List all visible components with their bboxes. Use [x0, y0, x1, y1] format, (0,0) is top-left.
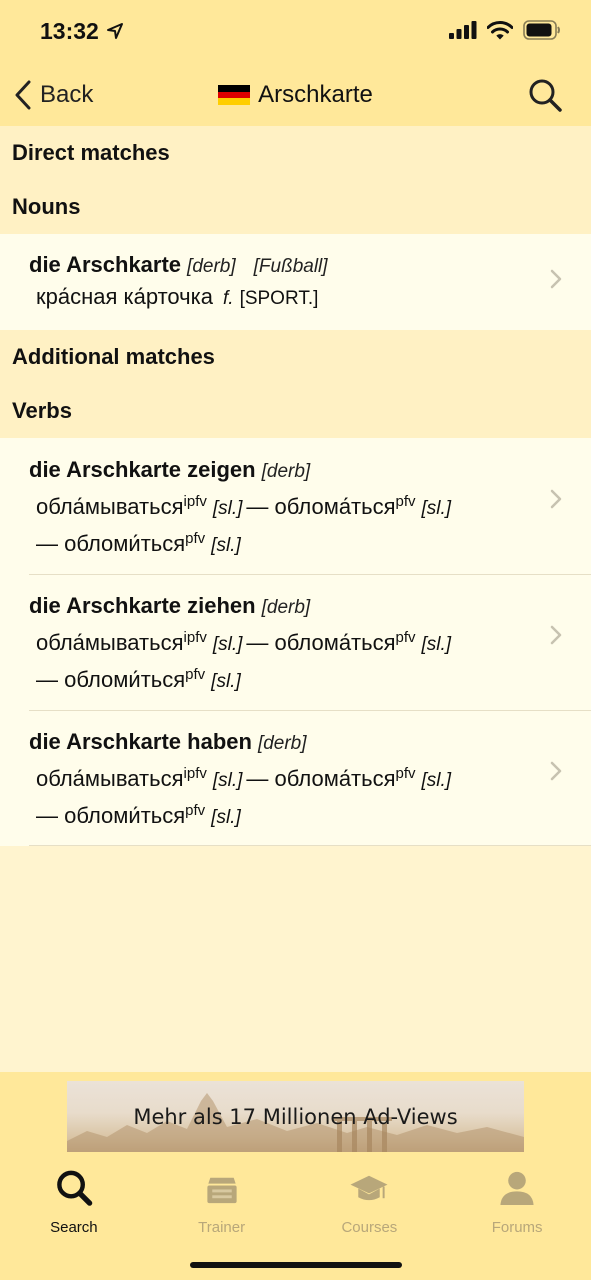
translation-text: кра́сная ка́рточка — [36, 284, 213, 309]
card-box-icon — [207, 1177, 237, 1204]
aspect-tag: pfv — [395, 493, 416, 510]
tab-bar: Search Trainer Courses Forums — [0, 1160, 591, 1236]
search-icon — [57, 1170, 93, 1206]
entry-head: die Arschkarte ziehen [derb] — [29, 591, 531, 623]
result-row-verb[interactable]: die Arschkarte zeigen [derb] обла́мыватьс… — [0, 438, 591, 574]
translation-text: — обломи́ться — [36, 667, 186, 692]
register-tag: [sl.] — [421, 634, 452, 655]
translation-text: обла́мываться — [36, 766, 184, 791]
entry-translation: обла́мыватьсяipfv [sl.] — облома́тьсяpfv [s… — [29, 759, 531, 796]
register-tag: [sl.] — [212, 770, 243, 791]
navigation-bar: Back Arschkarte — [0, 64, 591, 126]
status-bar: 13:32 — [0, 0, 591, 64]
section-header-additional-matches: Additional matches — [0, 330, 591, 384]
register-tag: [sl.] — [211, 535, 241, 556]
aspect-tag: pfv — [185, 666, 206, 683]
translation-text: обла́мываться — [36, 494, 184, 519]
person-icon — [500, 1171, 534, 1206]
register-tag: [sl.] — [421, 770, 452, 791]
result-row-verb[interactable]: die Arschkarte ziehen [derb] обла́мыватьс… — [0, 574, 591, 710]
register-tag: [sl.] — [211, 671, 241, 692]
translation-text: — облома́ться — [246, 494, 396, 519]
aspect-tag: ipfv — [183, 493, 207, 510]
location-arrow-icon — [107, 23, 123, 39]
wifi-icon — [487, 20, 513, 39]
translation-text: — облома́ться — [246, 630, 396, 655]
tab-courses[interactable]: Courses — [296, 1160, 444, 1236]
tab-forums[interactable]: Forums — [443, 1160, 591, 1236]
chevron-right-icon — [550, 489, 562, 509]
section-header-direct-matches: Direct matches — [0, 126, 591, 180]
translation-text: — облома́ться — [246, 766, 396, 791]
entry-head: die Arschkarte zeigen [derb] — [29, 455, 531, 487]
register-tag: [sl.] — [421, 498, 452, 519]
gender-tag: f. — [223, 288, 234, 309]
tab-label: Trainer — [198, 1219, 246, 1236]
status-time: 13:32 — [40, 18, 99, 44]
search-button[interactable] — [527, 77, 563, 113]
page-title-text: Arschkarte — [258, 81, 373, 108]
results-list: Direct matches Nouns die Arschkarte [derb… — [0, 126, 591, 846]
register-tag: [sl.] — [212, 498, 243, 519]
register-tag: [sl.] — [212, 634, 243, 655]
german-flag-icon — [218, 85, 251, 106]
home-indicator — [190, 1262, 402, 1268]
register-tag: [derb] — [261, 461, 311, 482]
entry-head: die Arschkarte haben [derb] — [29, 727, 531, 759]
entry-translation-continued: — обломи́тьсяpfv [sl.] — [29, 660, 531, 697]
section-header-nouns: Nouns — [0, 180, 591, 234]
chevron-right-icon — [550, 625, 562, 645]
entry-term: die Arschkarte zeigen — [29, 457, 256, 482]
chevron-right-icon — [550, 269, 562, 289]
aspect-tag: ipfv — [183, 765, 207, 782]
tab-trainer[interactable]: Trainer — [148, 1160, 296, 1236]
entry-translation-continued: — обломи́тьсяpfv [sl.] — [29, 524, 531, 561]
result-row-verb[interactable]: die Arschkarte haben [derb] обла́мываться… — [0, 710, 591, 846]
translation-text: — обломи́ться — [36, 531, 186, 556]
aspect-tag: ipfv — [183, 629, 207, 646]
graduation-cap-icon — [350, 1175, 388, 1201]
section-header-verbs: Verbs — [0, 384, 591, 438]
entry-translation: обла́мыватьсяipfv [sl.] — облома́тьсяpfv [s… — [29, 623, 531, 660]
verbs-group: die Arschkarte zeigen [derb] обла́мыватьс… — [0, 438, 591, 846]
ad-text: Mehr als 17 Millionen Ad-Views — [133, 1104, 458, 1129]
result-row-noun[interactable]: die Arschkarte [derb] [Fußball] кра́сная к… — [0, 234, 591, 330]
register-tag: [sl.] — [211, 807, 241, 828]
ad-banner[interactable]: Mehr als 17 Millionen Ad-Views — [67, 1081, 524, 1152]
register-tag: [derb] — [257, 733, 307, 754]
entry-translation: кра́сная ка́рточка f. [SPORT.] — [29, 282, 531, 314]
domain-tag: [Fußball] — [253, 256, 328, 277]
aspect-tag: pfv — [395, 765, 416, 782]
cellular-signal-icon — [449, 21, 477, 39]
translation-text: обла́мываться — [36, 630, 184, 655]
aspect-tag: pfv — [185, 802, 206, 819]
page-title: Arschkarte — [0, 81, 591, 109]
tab-label: Courses — [341, 1219, 398, 1236]
chevron-right-icon — [550, 761, 562, 781]
entry-term: die Arschkarte ziehen — [29, 593, 256, 618]
register-tag: [derb] — [187, 256, 236, 277]
tab-search[interactable]: Search — [0, 1160, 148, 1236]
register-tag: [derb] — [261, 597, 311, 618]
entry-translation: обла́мыватьсяipfv [sl.] — облома́тьсяpfv [s… — [29, 487, 531, 524]
tab-label: Forums — [491, 1219, 543, 1236]
entry-term: die Arschkarte haben — [29, 729, 252, 754]
entry-term: die Arschkarte — [29, 252, 182, 277]
aspect-tag: pfv — [395, 629, 416, 646]
status-icons — [449, 20, 561, 40]
entry-translation-continued: — обломи́тьсяpfv [sl.] — [29, 796, 531, 833]
field-tag: [SPORT.] — [239, 288, 319, 309]
aspect-tag: pfv — [185, 530, 206, 547]
tab-label: Search — [50, 1219, 98, 1236]
nouns-group: die Arschkarte [derb] [Fußball] кра́сная к… — [0, 234, 591, 330]
entry-head: die Arschkarte [derb] [Fußball] — [29, 250, 531, 282]
battery-icon — [523, 20, 560, 40]
translation-text: — обломи́ться — [36, 803, 186, 828]
